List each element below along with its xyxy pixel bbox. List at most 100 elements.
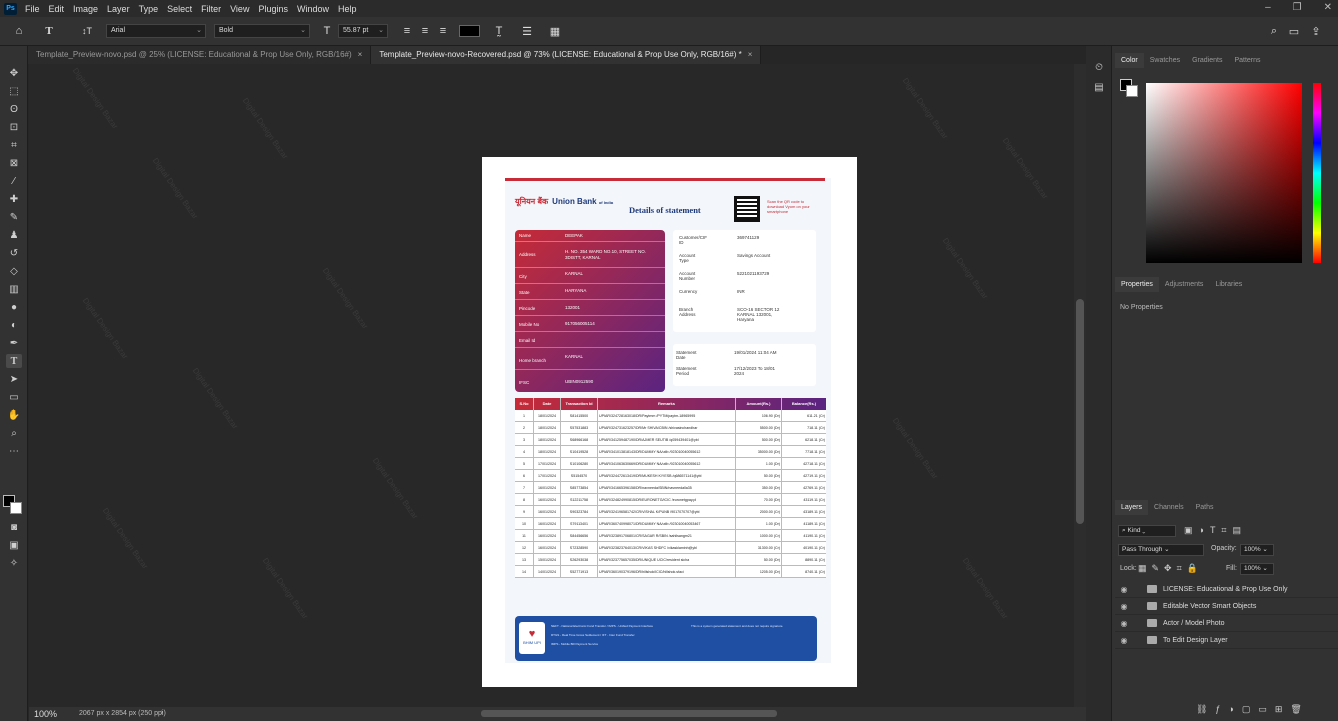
background-color-swatch[interactable] bbox=[10, 502, 22, 514]
more-tools-icon[interactable]: ⋯ bbox=[6, 444, 22, 458]
table-cell: 15/01/2024 bbox=[534, 554, 561, 565]
menu-image[interactable]: Image bbox=[73, 4, 98, 14]
align-left-icon[interactable]: ≡ bbox=[398, 22, 416, 40]
quick-actions-icon[interactable]: ✧ bbox=[6, 556, 22, 570]
brush-tool-icon[interactable]: ✎ bbox=[6, 210, 22, 224]
workspace-icon[interactable]: ▭ bbox=[1285, 22, 1303, 40]
font-style-select[interactable]: Bold ⌄ bbox=[214, 24, 310, 38]
menu-type[interactable]: Type bbox=[139, 4, 159, 14]
home-icon[interactable]: ⌂ bbox=[10, 22, 28, 40]
menu-layer[interactable]: Layer bbox=[107, 4, 130, 14]
type-tool-icon[interactable]: T bbox=[6, 354, 22, 368]
menu-filter[interactable]: Filter bbox=[201, 4, 221, 14]
horizontal-scrollbar-thumb[interactable] bbox=[481, 710, 777, 717]
visibility-eye-icon[interactable]: ◉ bbox=[1115, 636, 1133, 645]
layer-row[interactable]: ◉ To Edit Design Layer bbox=[1115, 632, 1338, 649]
menu-plugins[interactable]: Plugins bbox=[258, 4, 288, 14]
close-tab-icon[interactable]: × bbox=[358, 50, 363, 59]
zoom-level[interactable]: 100% bbox=[34, 709, 57, 719]
history-brush-icon[interactable]: ↺ bbox=[6, 246, 22, 260]
layer-filter-icons[interactable]: ▣◑T⌗▤ bbox=[1184, 525, 1247, 536]
visibility-eye-icon[interactable]: ◉ bbox=[1115, 585, 1133, 594]
move-tool-icon[interactable]: ✥ bbox=[6, 66, 22, 80]
align-center-icon[interactable]: ≡ bbox=[416, 22, 434, 40]
table-row: 8 16/01/2024 S12211758 UPIAR/324824990815/D… bbox=[515, 494, 826, 506]
path-select-tool-icon[interactable]: ➤ bbox=[6, 372, 22, 386]
lock-icons[interactable]: ▦✎✥⌗🔒 bbox=[1138, 563, 1203, 574]
chevron-right-icon[interactable]: › bbox=[161, 709, 163, 716]
tab-document-1[interactable]: Template_Preview-novo.psd @ 25% (LICENSE… bbox=[28, 46, 372, 64]
marquee-tool-icon[interactable]: ⬚ bbox=[6, 84, 22, 98]
screen-mode-icon[interactable]: ▣ bbox=[6, 538, 22, 552]
eyedropper-tool-icon[interactable]: ⁄ bbox=[6, 174, 22, 188]
layer-row[interactable]: ◉ LICENSE: Educational & Prop Use Only bbox=[1115, 581, 1338, 598]
background-swatch[interactable] bbox=[1126, 85, 1138, 97]
3d-icon[interactable]: ▦ bbox=[546, 22, 564, 40]
share-icon[interactable]: ⇪ bbox=[1307, 22, 1325, 40]
menu-help[interactable]: Help bbox=[338, 4, 357, 14]
tab-layers[interactable]: Layers bbox=[1115, 500, 1149, 515]
document-size[interactable]: 2067 px x 2854 px (250 ppi) bbox=[79, 710, 166, 717]
layer-kind-filter[interactable]: ⌕ Kind ⌄ bbox=[1118, 525, 1176, 537]
tab-properties[interactable]: Properties bbox=[1115, 277, 1159, 292]
visibility-eye-icon[interactable]: ◉ bbox=[1115, 602, 1133, 611]
quick-mask-icon[interactable]: ◙ bbox=[6, 520, 22, 534]
lasso-tool-icon[interactable]: ʘ bbox=[6, 102, 22, 116]
menu-window[interactable]: Window bbox=[297, 4, 329, 14]
quick-select-tool-icon[interactable]: ⊡ bbox=[6, 120, 22, 134]
opacity-field[interactable]: 100% ⌄ bbox=[1240, 544, 1274, 556]
tab-document-2[interactable]: Template_Preview-novo-Recovered.psd @ 73… bbox=[371, 46, 762, 64]
comments-panel-icon[interactable]: ▤ bbox=[1092, 80, 1106, 94]
healing-tool-icon[interactable]: ✚ bbox=[6, 192, 22, 206]
table-cell: 43189.11 (Cr) bbox=[803, 509, 825, 514]
document-canvas[interactable]: यूनियन बैंक Union Bank of India Details o… bbox=[482, 157, 857, 687]
close-tab-icon[interactable]: × bbox=[748, 50, 753, 59]
rectangle-tool-icon[interactable]: ▭ bbox=[6, 390, 22, 404]
pen-tool-icon[interactable]: ✒ bbox=[6, 336, 22, 350]
type-tool-icon[interactable]: T bbox=[40, 22, 58, 40]
blend-mode-select[interactable]: Pass Through ⌄ bbox=[1118, 544, 1204, 556]
history-panel-icon[interactable]: ⏲ bbox=[1092, 60, 1106, 74]
vertical-scrollbar[interactable] bbox=[1074, 64, 1086, 707]
tab-color[interactable]: Color bbox=[1115, 53, 1144, 68]
layer-row[interactable]: ◉ Actor / Model Photo bbox=[1115, 615, 1338, 632]
menu-edit[interactable]: Edit bbox=[49, 4, 65, 14]
eraser-tool-icon[interactable]: ◇ bbox=[6, 264, 22, 278]
zoom-tool-icon[interactable]: ⌕ bbox=[6, 426, 22, 440]
tab-adjustments[interactable]: Adjustments bbox=[1159, 277, 1210, 292]
font-family-select[interactable]: Arial ⌄ bbox=[106, 24, 206, 38]
tab-paths[interactable]: Paths bbox=[1190, 500, 1220, 515]
hand-tool-icon[interactable]: ✋ bbox=[6, 408, 22, 422]
blur-tool-icon[interactable]: ● bbox=[6, 300, 22, 314]
scroll-thumb[interactable] bbox=[1076, 299, 1084, 524]
color-spectrum[interactable] bbox=[1146, 83, 1302, 263]
dodge-tool-icon[interactable]: ◐ bbox=[6, 318, 22, 332]
align-right-icon[interactable]: ≡ bbox=[434, 22, 452, 40]
layer-row[interactable]: ◉ Editable Vector Smart Objects bbox=[1115, 598, 1338, 615]
gradient-tool-icon[interactable]: ▥ bbox=[6, 282, 22, 296]
warp-text-icon[interactable]: T̰ bbox=[490, 22, 508, 40]
hue-slider[interactable] bbox=[1313, 83, 1321, 263]
font-size-field[interactable]: 55.87 pt ⌄ bbox=[338, 24, 388, 38]
search-icon[interactable]: ⌕ bbox=[1265, 22, 1283, 40]
minimize-icon[interactable]: – bbox=[1265, 2, 1271, 13]
text-color-swatch[interactable] bbox=[459, 25, 480, 37]
crop-tool-icon[interactable]: ⌗ bbox=[6, 138, 22, 152]
tab-gradients[interactable]: Gradients bbox=[1186, 53, 1228, 68]
restore-icon[interactable]: ❐ bbox=[1293, 2, 1302, 13]
tab-swatches[interactable]: Swatches bbox=[1144, 53, 1186, 68]
stamp-tool-icon[interactable]: ♟ bbox=[6, 228, 22, 242]
close-icon[interactable]: ✕ bbox=[1324, 2, 1332, 13]
menu-select[interactable]: Select bbox=[167, 4, 192, 14]
orientation-toggle-icon[interactable]: ↕T bbox=[78, 22, 96, 40]
tab-libraries[interactable]: Libraries bbox=[1209, 277, 1248, 292]
character-panel-icon[interactable]: ☰ bbox=[518, 22, 536, 40]
menu-view[interactable]: View bbox=[230, 4, 249, 14]
layer-actions-icons[interactable]: ⛓ƒ◑▢▭⊞🗑 bbox=[1196, 704, 1310, 715]
tab-channels[interactable]: Channels bbox=[1148, 500, 1190, 515]
fill-field[interactable]: 100% ⌄ bbox=[1240, 563, 1274, 575]
visibility-eye-icon[interactable]: ◉ bbox=[1115, 619, 1133, 628]
menu-file[interactable]: File bbox=[25, 4, 40, 14]
frame-tool-icon[interactable]: ⊠ bbox=[6, 156, 22, 170]
tab-patterns[interactable]: Patterns bbox=[1228, 53, 1266, 68]
